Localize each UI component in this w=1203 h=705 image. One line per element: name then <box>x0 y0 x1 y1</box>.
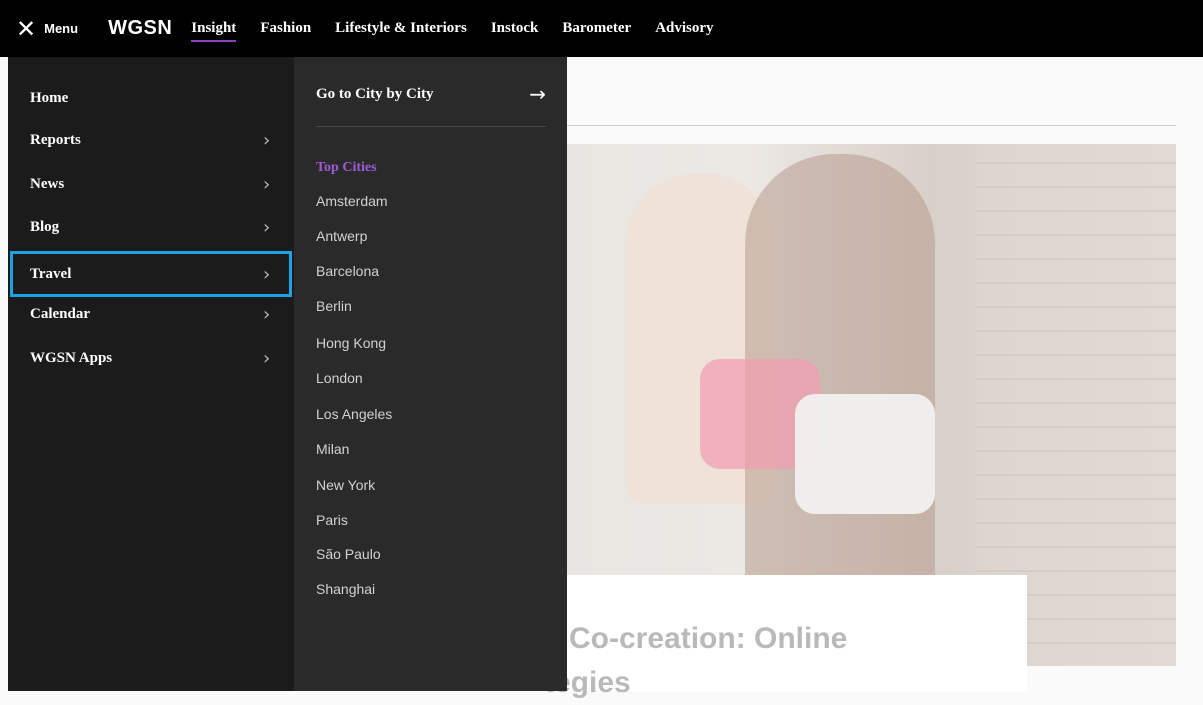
city-link-barcelona[interactable]: Barcelona <box>316 263 379 279</box>
nav-lifestyle-interiors[interactable]: Lifestyle & Interiors <box>335 20 467 37</box>
city-link-antwerp[interactable]: Antwerp <box>316 228 367 244</box>
hero-garment-white <box>795 394 935 514</box>
menu-item-reports[interactable]: Reports › <box>8 120 294 160</box>
city-link-berlin[interactable]: Berlin <box>316 298 352 314</box>
content-divider <box>560 125 1176 126</box>
arrow-right-icon: → <box>529 82 546 106</box>
city-link-hong-kong[interactable]: Hong Kong <box>316 335 386 351</box>
nav-barometer[interactable]: Barometer <box>562 20 631 37</box>
nav-fashion[interactable]: Fashion <box>260 20 311 37</box>
menu-label: Menu <box>44 21 79 36</box>
chevron-right-icon: › <box>263 263 271 285</box>
menu-item-travel[interactable]: Travel › <box>10 251 292 297</box>
nav-instock[interactable]: Instock <box>491 20 539 37</box>
close-menu-button[interactable]: ✕ Menu <box>16 17 78 41</box>
menu-item-label: WGSN Apps <box>30 349 113 366</box>
chevron-right-icon: › <box>263 303 271 325</box>
menu-item-label: Calendar <box>30 305 90 322</box>
chevron-right-icon: › <box>263 347 271 369</box>
travel-submenu: Go to City by City → Top Cities Amsterda… <box>294 57 567 691</box>
city-link-sao-paulo[interactable]: São Paulo <box>316 546 381 562</box>
side-menu: Home Reports › News › Blog › Travel › Ca… <box>8 57 294 691</box>
menu-item-news[interactable]: News › <box>8 164 294 204</box>
main-nav: Insight Fashion Lifestyle & Interiors In… <box>191 0 737 57</box>
wgsn-logo[interactable]: WGSN <box>108 17 172 40</box>
menu-item-label: Travel <box>30 265 72 282</box>
chevron-right-icon: › <box>263 216 271 238</box>
city-link-shanghai[interactable]: Shanghai <box>316 581 375 597</box>
menu-item-wgsn-apps[interactable]: WGSN Apps › <box>8 338 294 378</box>
city-link-los-angeles[interactable]: Los Angeles <box>316 406 392 422</box>
city-link-paris[interactable]: Paris <box>316 512 348 528</box>
menu-item-home[interactable]: Home <box>8 78 294 118</box>
menu-item-label: Reports <box>30 131 81 148</box>
menu-item-blog[interactable]: Blog › <box>8 207 294 247</box>
menu-item-label: Home <box>30 89 69 106</box>
city-link-london[interactable]: London <box>316 370 363 386</box>
chevron-right-icon: › <box>263 129 271 151</box>
menu-item-calendar[interactable]: Calendar › <box>8 294 294 334</box>
city-link-amsterdam[interactable]: Amsterdam <box>316 193 388 209</box>
submenu-divider <box>316 126 546 127</box>
top-cities-heading: Top Cities <box>316 160 377 175</box>
nav-advisory[interactable]: Advisory <box>655 20 713 37</box>
menu-item-label: News <box>30 175 65 192</box>
chevron-right-icon: › <box>263 173 271 195</box>
city-link-milan[interactable]: Milan <box>316 441 349 457</box>
go-to-city-by-city-link[interactable]: Go to City by City → <box>316 82 546 106</box>
headline-line-2: tegies <box>544 666 631 699</box>
close-icon: ✕ <box>16 14 37 43</box>
article-headline[interactable]: il Co-creation: Online tegies <box>544 617 1004 705</box>
city-link-new-york[interactable]: New York <box>316 477 375 493</box>
go-to-city-label: Go to City by City <box>316 85 434 102</box>
nav-insight[interactable]: Insight <box>191 20 237 42</box>
top-navigation-bar: ✕ Menu WGSN Insight Fashion Lifestyle & … <box>0 0 1203 57</box>
headline-line-1: il Co-creation: Online <box>544 622 848 655</box>
menu-item-label: Blog <box>30 218 60 235</box>
